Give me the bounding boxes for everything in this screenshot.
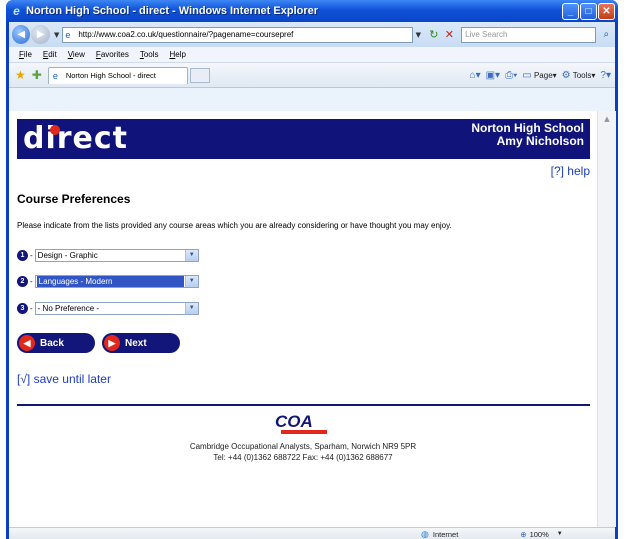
vertical-scrollbar[interactable]: ▲ (597, 111, 616, 527)
ie-icon: e (13, 3, 20, 18)
page-menu[interactable]: ▭ Page▾ (522, 70, 556, 81)
refresh-icon[interactable]: ↻ (426, 27, 442, 43)
tools-menu[interactable]: ⚙ Tools▾ (562, 70, 596, 81)
preference-value: Design - Graphic (37, 251, 98, 260)
search-icon[interactable]: ⌕ (598, 27, 616, 43)
tab-page-icon: e (52, 70, 58, 81)
menu-help[interactable]: Help (170, 50, 186, 59)
page-title: Course Preferences (17, 192, 131, 206)
footer-phone: Tel: +44 (0)1362 688722 Fax: +44 (0)1362… (213, 453, 393, 462)
preference-number: 3 (17, 303, 28, 314)
menu-favorites[interactable]: Favorites (96, 50, 129, 59)
command-bar: ⌂▾ ▣▾ ⎙▾ ▭ Page▾ ⚙ Tools▾ ?▾ (470, 70, 611, 81)
favorites-star-icon[interactable]: ★ (15, 68, 26, 82)
tools-menu-label: Tools (572, 70, 592, 80)
next-label: Next (125, 337, 147, 349)
coa-logo-bar (281, 430, 327, 434)
zoom-dropdown-icon[interactable]: ▼ (557, 531, 563, 537)
intro-text: Please indicate from the lists provided … (17, 221, 452, 230)
page-content: direct Norton High School Amy Nicholson … (9, 111, 597, 527)
page-icon: e (65, 29, 71, 40)
coa-logo-text: COA (275, 412, 313, 431)
preference-select-3[interactable]: - No Preference - ▼ (34, 302, 199, 315)
maximize-button[interactable]: □ (580, 2, 597, 20)
preference-row: 2- Languages - Modern ▼ (17, 275, 199, 288)
menu-bar: File Edit View Favorites Tools Help (9, 47, 615, 63)
forward-nav-button[interactable]: ▶ (31, 25, 50, 44)
globe-icon: ◍ (421, 528, 429, 539)
stop-icon[interactable]: ✕ (442, 27, 458, 43)
search-input[interactable]: Live Search (461, 26, 596, 43)
menu-tools[interactable]: Tools (140, 50, 159, 59)
address-row: ◀ ▶ ▼ e http://www.coa2.co.uk/questionna… (9, 22, 615, 47)
browser-window: e Norton High School - direct - Windows … (6, 0, 618, 539)
help-icon[interactable]: ?▾ (600, 70, 611, 81)
scroll-up-icon[interactable]: ▲ (598, 111, 616, 127)
preference-value: - No Preference - (37, 304, 100, 313)
logo-dot (50, 125, 60, 135)
next-button[interactable]: ▶ Next (102, 333, 180, 353)
banner: direct Norton High School Amy Nicholson (17, 119, 590, 159)
menu-edit[interactable]: Edit (43, 50, 57, 59)
chevron-down-icon[interactable]: ▼ (184, 303, 198, 314)
back-arrow-icon: ◀ (19, 335, 35, 351)
zoom-icon: ⊕ (520, 529, 527, 539)
search-placeholder: Live Search (465, 30, 508, 39)
tab-row: ★ ✚ e Norton High School - direct ⌂▾ ▣▾ … (9, 63, 615, 88)
home-icon[interactable]: ⌂▾ (470, 70, 481, 81)
title-bar: e Norton High School - direct - Windows … (6, 0, 618, 22)
menu-view[interactable]: View (68, 50, 85, 59)
preference-row: 1- Design - Graphic ▼ (17, 249, 199, 262)
chevron-down-icon[interactable]: ▼ (184, 250, 198, 261)
address-text: http://www.coa2.co.uk/questionnaire/?pag… (78, 30, 294, 39)
new-tab-button[interactable] (189, 67, 210, 83)
print-icon[interactable]: ⎙▾ (505, 70, 517, 81)
preference-value: Languages - Modern (36, 276, 184, 287)
preference-number: 2 (17, 276, 28, 287)
address-bar[interactable]: e http://www.coa2.co.uk/questionnaire/?p… (62, 26, 413, 43)
back-nav-button[interactable]: ◀ (12, 25, 31, 44)
close-button[interactable]: ✕ (598, 2, 615, 20)
help-link[interactable]: [?] help (551, 164, 590, 178)
menu-file[interactable]: File (19, 50, 32, 59)
preference-row: 3- - No Preference - ▼ (17, 302, 199, 315)
add-favorite-icon[interactable]: ✚ (32, 68, 42, 82)
security-zone: Internet (432, 529, 459, 539)
browser-tab[interactable]: e Norton High School - direct (47, 66, 188, 84)
preference-select-1[interactable]: Design - Graphic ▼ (34, 249, 199, 262)
history-dropdown-icon[interactable]: ▼ (54, 31, 59, 39)
next-arrow-icon: ▶ (104, 335, 120, 351)
window-title: Norton High School - direct - Windows In… (26, 5, 319, 17)
divider (17, 404, 590, 406)
back-button[interactable]: ◀ Back (17, 333, 95, 353)
tab-title: Norton High School - direct (65, 71, 156, 80)
zoom-level[interactable]: 100% (530, 530, 549, 539)
student-name: Amy Nicholson (496, 134, 584, 148)
page-menu-label: Page (533, 70, 553, 80)
footer-address: Cambridge Occupational Analysts, Sparham… (189, 442, 417, 451)
coa-logo: COA (275, 412, 331, 434)
minimize-button[interactable]: _ (562, 2, 579, 20)
preference-select-2[interactable]: Languages - Modern ▼ (34, 275, 199, 288)
status-bar: ◍ Internet ⊕ 100% ▼ (9, 527, 615, 539)
back-label: Back (40, 337, 64, 349)
feeds-icon[interactable]: ▣▾ (486, 70, 500, 81)
direct-logo: direct (23, 121, 129, 156)
chevron-down-icon[interactable]: ▼ (184, 276, 198, 287)
address-dropdown-icon[interactable]: ▼ (416, 31, 421, 39)
preference-number: 1 (17, 250, 28, 261)
save-until-later-link[interactable]: [√] save until later (17, 372, 111, 386)
